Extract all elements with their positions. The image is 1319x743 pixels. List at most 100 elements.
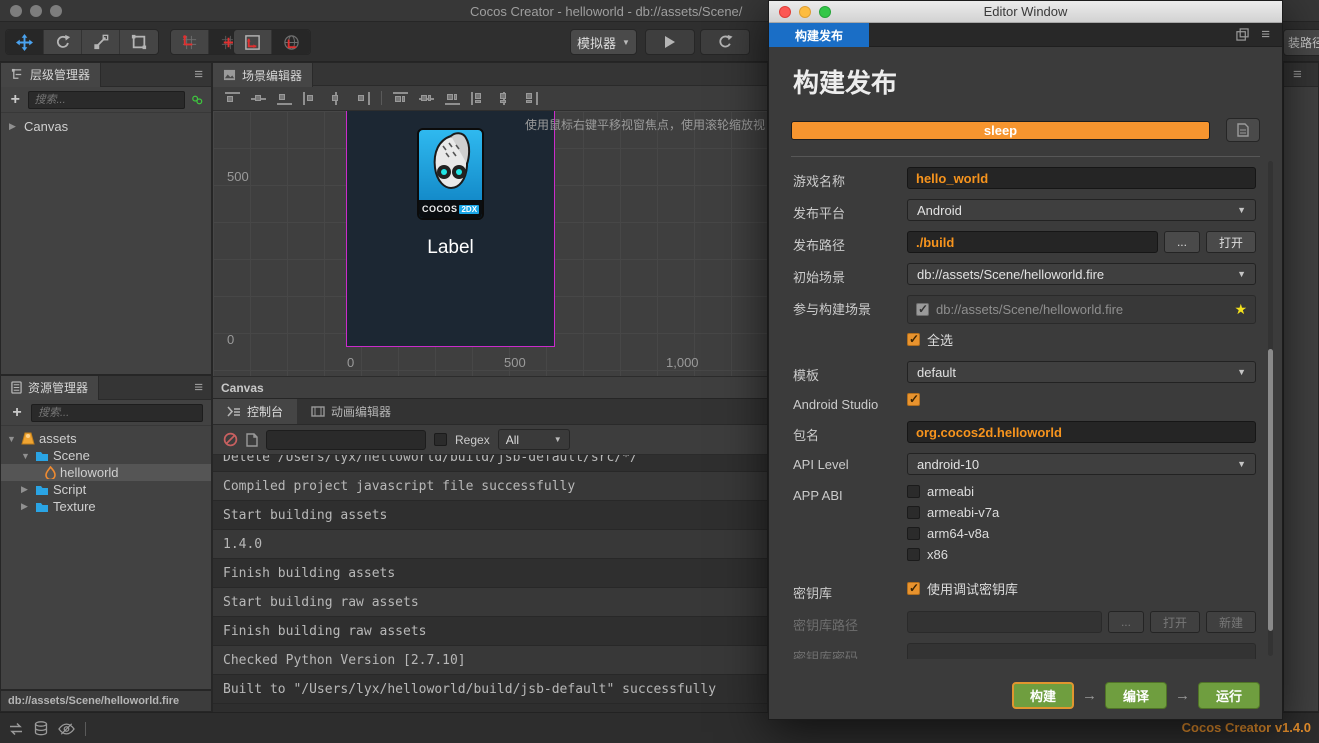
collapse-arrow-icon[interactable]: ▼ [21,451,31,461]
android-studio-checkbox[interactable] [907,392,920,406]
run-button[interactable]: 运行 [1198,682,1260,709]
log-file-icon[interactable] [246,432,258,447]
build-button[interactable]: 构建 [1012,682,1074,709]
align-bottom-button[interactable] [277,92,292,105]
start-scene-dropdown[interactable]: db://assets/Scene/helloworld.fire ▼ [907,263,1256,285]
open-log-button[interactable] [1226,118,1260,142]
eye-off-icon[interactable] [58,722,75,736]
play-button[interactable] [645,29,695,55]
inspector-menu-icon[interactable]: ≡ [1293,67,1302,82]
tab-build-publish[interactable]: 构建发布 [769,23,870,47]
scene-list-item[interactable]: db://assets/Scene/helloworld.fire ★ [907,295,1256,324]
open-path-button[interactable]: 打开 [1205,231,1256,253]
distribute-top-button[interactable] [393,91,408,105]
distribute-bottom-button[interactable] [445,92,460,105]
install-path-button[interactable]: 装路径 [1283,29,1319,56]
align-left-button[interactable] [303,91,318,105]
assets-search-input[interactable] [31,403,203,422]
asset-row-scene[interactable]: ▼ Scene [1,447,211,464]
add-node-button[interactable]: + [9,91,22,109]
console-log-area[interactable]: Delete /Users/lyx/helloworld/build/jsb-d… [213,455,767,712]
keystore-new-button[interactable]: 新建 [1205,611,1256,633]
pivot-grid-icon [182,34,197,49]
template-value: default [917,364,957,380]
clear-log-icon[interactable] [223,432,238,447]
close-button[interactable] [10,5,22,17]
tab-animation-editor[interactable]: 动画编辑器 [297,399,405,424]
zoom-button[interactable] [50,5,62,17]
simulator-dropdown[interactable]: 模拟器 ▼ [570,29,637,55]
expand-arrow-icon[interactable]: ▶ [21,501,31,512]
keystore-password-input[interactable] [907,643,1256,659]
tab-console[interactable]: 控制台 [213,399,298,424]
log-level-dropdown[interactable]: All ▼ [497,429,570,450]
scene-header: 场景编辑器 [213,63,767,87]
link-icon[interactable] [191,93,204,107]
scale-tool-button[interactable] [82,30,120,54]
regex-checkbox[interactable] [434,433,447,446]
expand-arrow-icon[interactable]: ▶ [9,121,19,132]
expand-arrow-icon[interactable]: ▶ [21,484,31,495]
refresh-button[interactable] [700,29,750,55]
keystore-browse-button[interactable]: ... [1107,611,1144,633]
console-filter-input[interactable] [266,429,426,450]
asset-row-assets[interactable]: ▼ assets [1,430,211,447]
hierarchy-menu-icon[interactable]: ≡ [194,67,203,82]
distribute-left-button[interactable] [471,91,486,105]
align-right-button[interactable] [355,91,370,105]
browse-path-button[interactable]: ... [1163,231,1200,253]
keystore-path-input[interactable] [907,611,1102,633]
scene-label-node[interactable]: Label [347,237,554,259]
pivot-mode-button[interactable] [171,30,209,54]
world-coords-button[interactable] [272,30,310,54]
asset-row-texture[interactable]: ▶ Texture [1,498,211,515]
cocos-logo[interactable]: COCOS 2DX [417,128,484,220]
database-icon[interactable] [34,721,48,736]
dialog-menu-icon[interactable]: ≡ [1261,26,1270,43]
minimize-button[interactable] [30,5,42,17]
tab-scene[interactable]: 场景编辑器 [213,63,314,87]
tab-hierarchy[interactable]: 层级管理器 [1,62,102,87]
distribute-vcenter-button[interactable] [419,92,434,105]
scene-view[interactable]: COCOS 2DX Label 使用鼠标右键平移视窗焦点，使用滚轮缩放视 500… [213,111,767,376]
popout-icon[interactable] [1236,28,1249,41]
build-path-input[interactable] [907,231,1158,253]
dialog-scrollbar[interactable] [1268,161,1273,656]
asset-row-helloworld[interactable]: helloworld [1,464,211,481]
rotate-tool-button[interactable] [44,30,82,54]
abi-checkbox[interactable] [907,506,920,519]
sync-icon[interactable] [8,722,24,736]
keystore-open-button[interactable]: 打开 [1149,611,1200,633]
rect-tool-button[interactable] [120,30,158,54]
select-all-checkbox[interactable] [907,332,920,346]
assets-menu-icon[interactable]: ≡ [194,380,203,395]
chevron-down-icon: ▼ [553,435,562,444]
collapse-arrow-icon[interactable]: ▼ [7,434,17,444]
distribute-right-button[interactable] [523,91,538,105]
debug-keystore-checkbox[interactable] [907,581,920,595]
arrow-right-icon: → [1082,687,1097,704]
package-name-input[interactable] [907,421,1256,443]
scene-checkbox[interactable] [916,302,929,316]
align-hcenter-button[interactable] [329,91,344,105]
align-top-button[interactable] [225,91,240,105]
scrollbar-thumb[interactable] [1268,349,1273,632]
abi-checkbox[interactable] [907,485,920,498]
platform-dropdown[interactable]: Android ▼ [907,199,1256,221]
hierarchy-node-canvas[interactable]: ▶ Canvas [1,117,211,135]
abi-checkbox[interactable] [907,527,920,540]
design-canvas[interactable]: COCOS 2DX Label [346,111,555,347]
template-dropdown[interactable]: default ▼ [907,361,1256,383]
api-level-dropdown[interactable]: android-10 ▼ [907,453,1256,475]
move-tool-button[interactable] [6,30,44,54]
game-name-input[interactable] [907,167,1256,189]
distribute-hcenter-button[interactable] [497,91,512,105]
tab-assets[interactable]: 资源管理器 [1,375,100,400]
compile-button[interactable]: 编译 [1105,682,1167,709]
hierarchy-search-input[interactable] [27,90,185,109]
asset-row-script[interactable]: ▶ Script [1,481,211,498]
local-coords-button[interactable] [234,30,272,54]
abi-checkbox[interactable] [907,548,920,561]
align-vcenter-button[interactable] [251,92,266,105]
add-asset-button[interactable]: + [9,404,25,422]
